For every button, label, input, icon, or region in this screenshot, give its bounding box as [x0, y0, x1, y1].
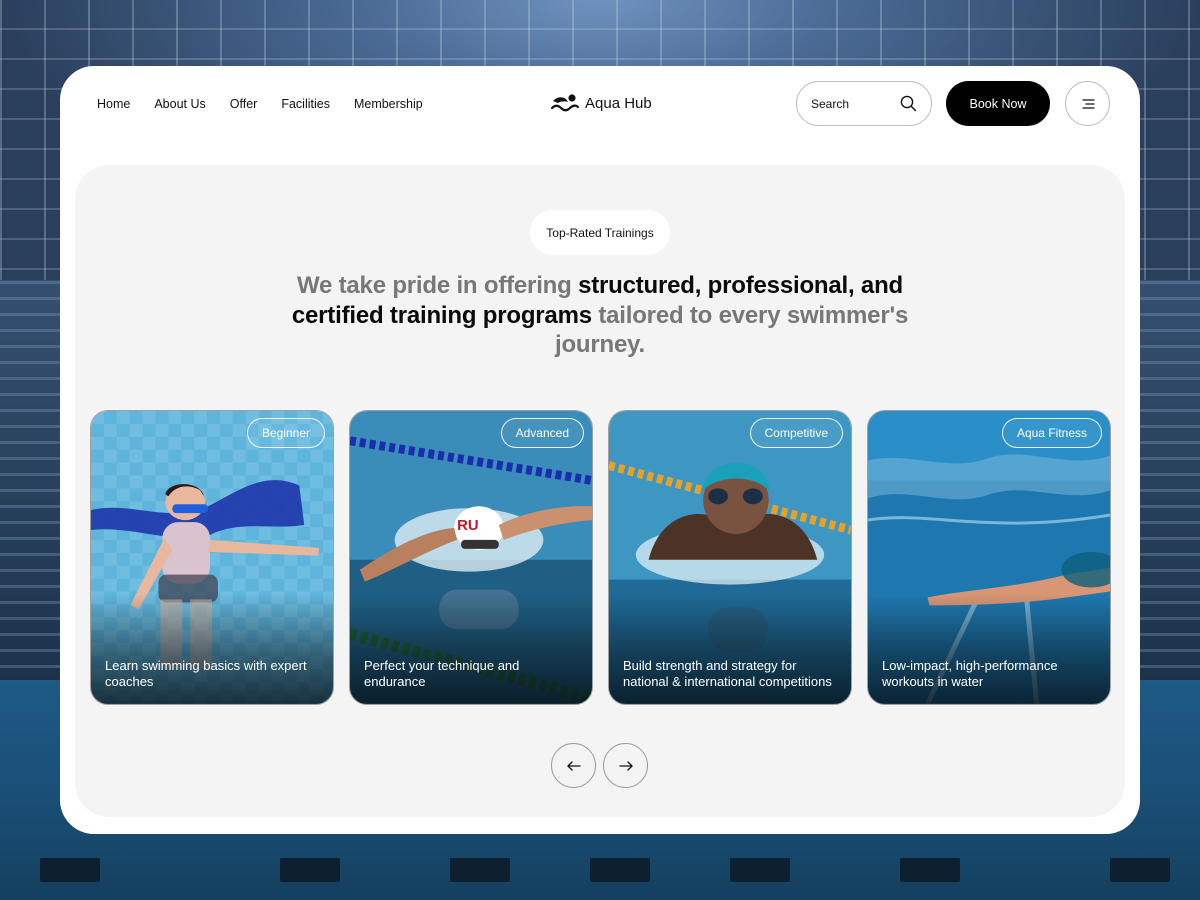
nav-home[interactable]: Home: [97, 97, 130, 111]
menu-button[interactable]: [1065, 81, 1110, 126]
arrow-left-icon: [566, 760, 581, 771]
menu-icon: [1081, 98, 1095, 109]
training-card-competitive[interactable]: Competitive Build strength and strategy …: [608, 410, 852, 705]
training-card-beginner[interactable]: Beginner Learn swimming basics with expe…: [90, 410, 334, 705]
nav-facilities[interactable]: Facilities: [281, 97, 330, 111]
section-badge: Top-Rated Trainings: [530, 210, 670, 255]
lane-mark: [280, 858, 340, 882]
svg-text:RU: RU: [457, 518, 478, 534]
brand-logo[interactable]: Aqua Hub: [551, 90, 652, 116]
lane-mark: [730, 858, 790, 882]
brand-name: Aqua Hub: [585, 94, 652, 112]
book-now-button[interactable]: Book Now: [946, 81, 1050, 126]
search-icon[interactable]: [900, 95, 917, 112]
tag-competitive: Competitive: [749, 418, 843, 448]
main-card: Home About Us Offer Facilities Membershi…: [60, 66, 1140, 834]
heading-text-muted-end: tailored to every swimmer's journey.: [555, 301, 909, 359]
carousel-prev-button[interactable]: [551, 743, 596, 788]
main-nav: Home About Us Offer Facilities Membershi…: [97, 96, 447, 112]
nav-offer[interactable]: Offer: [230, 97, 258, 111]
nav-about-us[interactable]: About Us: [154, 97, 205, 111]
card-description: Low-impact, high-performance workouts in…: [882, 658, 1058, 689]
lane-mark: [450, 858, 510, 882]
tag-advanced: Advanced: [500, 418, 584, 448]
training-card-aqua-fitness[interactable]: Aqua Fitness Low-impact, high-performanc…: [867, 410, 1111, 705]
card-description: Perfect your technique and endurance: [364, 658, 520, 689]
card-description: Learn swimming basics with expert coache…: [105, 658, 307, 689]
trainings-section: Top-Rated Trainings We take pride in off…: [75, 165, 1125, 817]
lane-mark: [1110, 858, 1170, 882]
lane-mark: [900, 858, 960, 882]
card-description: Build strength and strategy for national…: [623, 658, 832, 689]
training-card-advanced[interactable]: RU Advanced Perfect your technique and e…: [349, 410, 593, 705]
arrow-right-icon: [618, 760, 633, 771]
carousel-next-button[interactable]: [603, 743, 648, 788]
heading-text-muted: We take pride in offering: [296, 272, 579, 299]
lane-mark: [590, 858, 650, 882]
search-input[interactable]: [811, 96, 891, 111]
swimmer-logo-icon: [551, 94, 579, 112]
training-cards: Beginner Learn swimming basics with expe…: [90, 410, 1111, 705]
tag-beginner: Beginner: [246, 418, 325, 448]
nav-membership[interactable]: Membership: [354, 97, 423, 111]
tag-aqua-fitness: Aqua Fitness: [1001, 418, 1102, 448]
section-heading: We take pride in offering structured, pr…: [275, 271, 925, 360]
search-box[interactable]: [796, 81, 932, 126]
lane-mark: [40, 858, 100, 882]
